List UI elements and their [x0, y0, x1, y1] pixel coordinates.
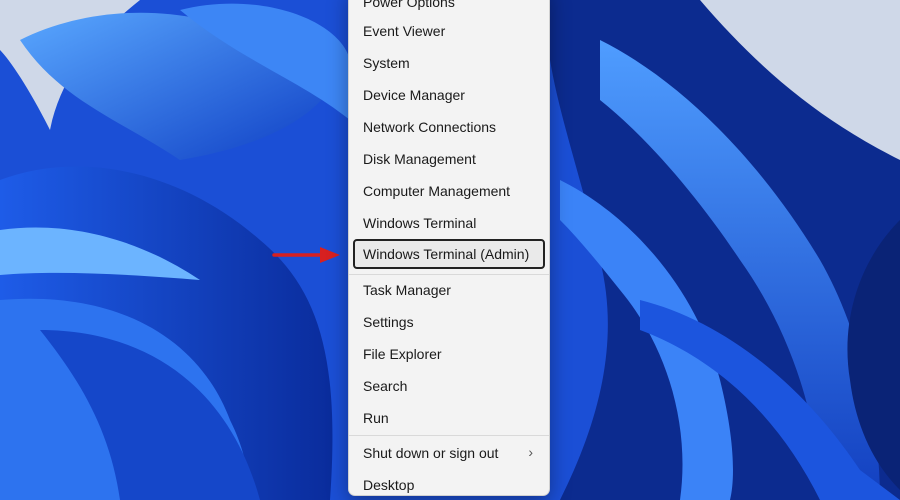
- menu-item-task-manager[interactable]: Task Manager: [353, 275, 545, 305]
- menu-item-label: Shut down or sign out: [363, 445, 499, 461]
- menu-item-system[interactable]: System: [353, 48, 545, 78]
- chevron-right-icon: ›: [528, 444, 533, 460]
- menu-item-search[interactable]: Search: [353, 371, 545, 401]
- menu-item-shut-down-or-sign-out[interactable]: Shut down or sign out ›: [353, 438, 545, 468]
- menu-item-label: Task Manager: [363, 282, 451, 298]
- menu-item-device-manager[interactable]: Device Manager: [353, 80, 545, 110]
- menu-item-label: Desktop: [363, 477, 415, 493]
- menu-item-label: Power Options: [363, 0, 455, 10]
- menu-item-windows-terminal-admin[interactable]: Windows Terminal (Admin): [353, 239, 545, 269]
- menu-item-label: Windows Terminal: [363, 215, 477, 231]
- menu-item-computer-management[interactable]: Computer Management: [353, 176, 545, 206]
- menu-item-windows-terminal[interactable]: Windows Terminal: [353, 208, 545, 238]
- menu-item-label: Computer Management: [363, 183, 511, 199]
- red-arrow-icon: [272, 247, 340, 263]
- menu-item-label: Run: [363, 410, 389, 426]
- menu-item-label: Network Connections: [363, 119, 497, 135]
- menu-item-label: File Explorer: [363, 346, 442, 362]
- menu-separator: [349, 435, 549, 436]
- menu-item-power-options[interactable]: Power Options: [353, 0, 545, 17]
- menu-item-run[interactable]: Run: [353, 403, 545, 433]
- menu-item-label: Windows Terminal (Admin): [363, 246, 530, 262]
- menu-item-desktop[interactable]: Desktop: [353, 470, 545, 500]
- menu-item-label: Search: [363, 378, 408, 394]
- menu-item-label: System: [363, 55, 410, 71]
- menu-item-network-connections[interactable]: Network Connections: [353, 112, 545, 142]
- menu-item-disk-management[interactable]: Disk Management: [353, 144, 545, 174]
- menu-item-file-explorer[interactable]: File Explorer: [353, 339, 545, 369]
- menu-item-label: Disk Management: [363, 151, 476, 167]
- menu-item-label: Event Viewer: [363, 23, 446, 39]
- menu-item-label: Settings: [363, 314, 414, 330]
- menu-item-event-viewer[interactable]: Event Viewer: [353, 16, 545, 46]
- menu-item-label: Device Manager: [363, 87, 465, 103]
- menu-item-settings[interactable]: Settings: [353, 307, 545, 337]
- winx-context-menu: Power Options Event Viewer System Device…: [348, 0, 550, 496]
